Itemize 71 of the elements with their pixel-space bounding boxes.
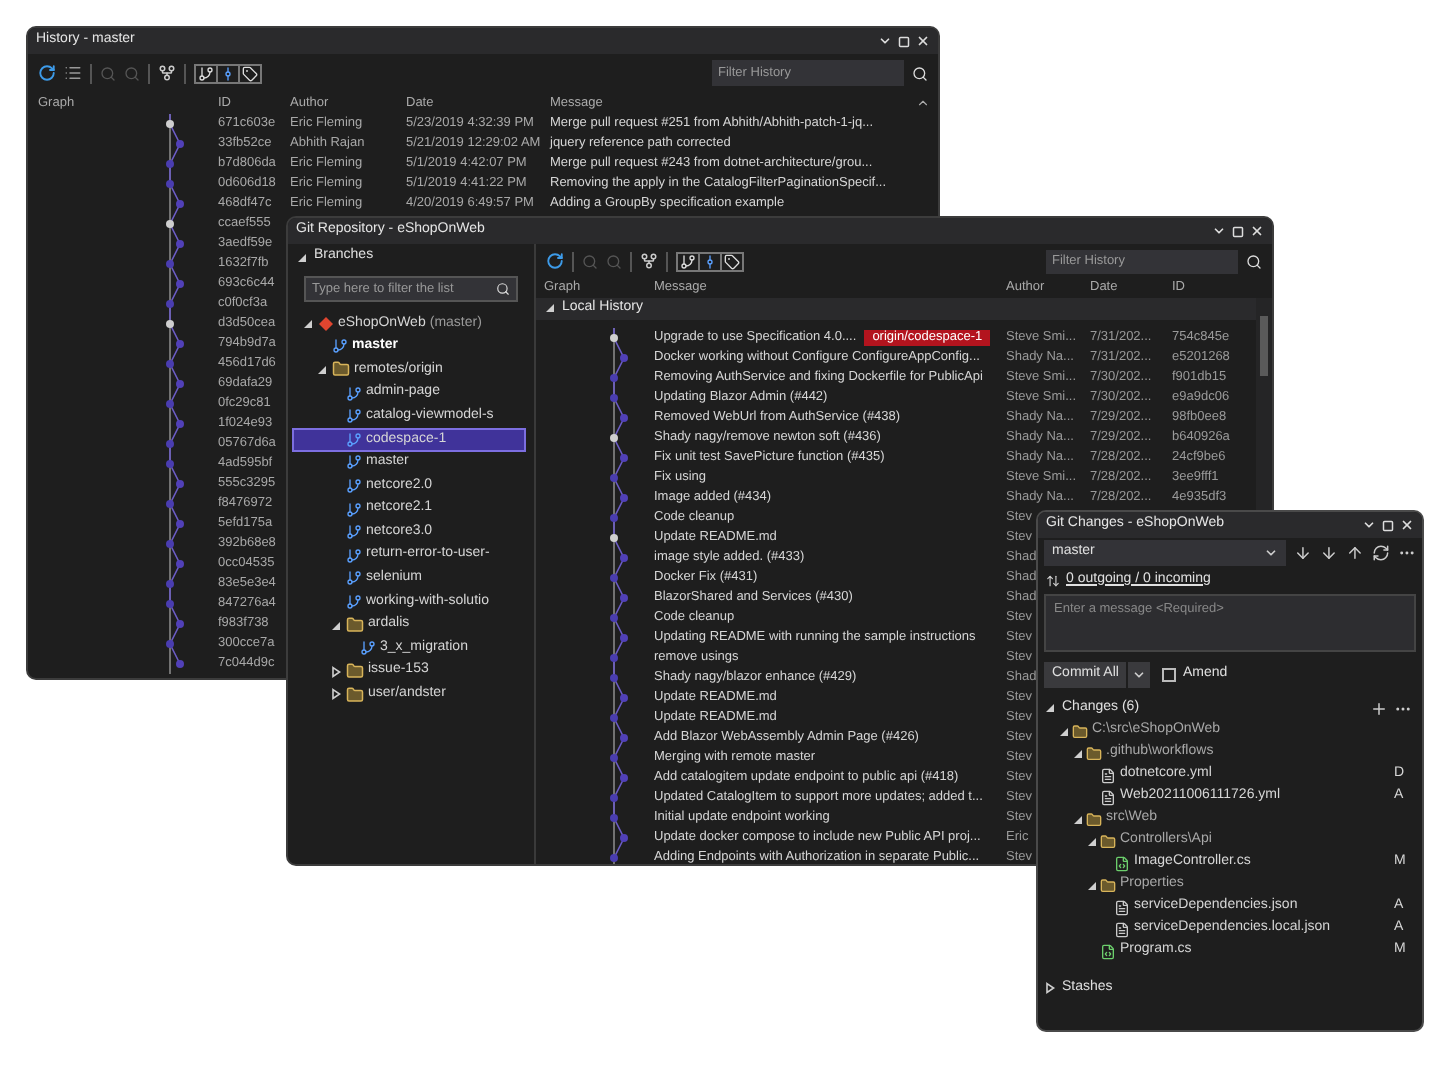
folder-icon — [346, 616, 364, 635]
folder-icon — [1100, 877, 1116, 893]
expander-icon[interactable] — [1086, 835, 1098, 847]
dropdown-icon[interactable] — [878, 34, 892, 48]
folder-icon — [332, 360, 350, 379]
branch-icon — [360, 640, 376, 657]
expander-icon[interactable] — [1044, 702, 1056, 714]
branch-icon — [346, 454, 362, 471]
expander-icon[interactable] — [1086, 879, 1098, 891]
refresh-icon[interactable] — [38, 64, 56, 82]
amend-checkbox[interactable] — [1162, 668, 1177, 682]
close-icon[interactable] — [1250, 224, 1264, 238]
code-file-icon — [1114, 855, 1130, 871]
branch-icon — [346, 547, 362, 564]
expander-icon[interactable] — [1044, 982, 1056, 994]
branch-icon — [332, 338, 348, 355]
tag-toggle[interactable] — [240, 65, 260, 81]
expander-icon[interactable] — [1072, 813, 1084, 825]
sync-arrows-icon — [1046, 573, 1060, 587]
folder-icon — [346, 662, 364, 681]
branch-icon — [346, 385, 362, 402]
branch-icon[interactable] — [640, 252, 658, 270]
expander-icon[interactable] — [330, 688, 342, 701]
sync-icon[interactable] — [1372, 544, 1391, 562]
branch-icon — [346, 477, 362, 494]
stage-all-icon[interactable] — [1370, 699, 1388, 717]
branch-icon — [346, 524, 362, 541]
branch-icon — [346, 570, 362, 587]
file-icon — [1114, 899, 1130, 915]
caret-button[interactable] — [1126, 662, 1151, 688]
maximize-icon[interactable] — [898, 35, 910, 47]
expander-icon[interactable] — [296, 251, 308, 263]
push-icon[interactable] — [1346, 544, 1365, 562]
repository-icon — [318, 315, 334, 332]
dropdown-icon[interactable] — [1362, 518, 1376, 532]
maximize-icon[interactable] — [1232, 225, 1244, 237]
folder-icon — [346, 685, 364, 704]
close-icon[interactable] — [1400, 518, 1414, 532]
folder-icon — [1086, 811, 1102, 827]
expander-icon[interactable] — [302, 317, 314, 330]
folder-icon — [1072, 723, 1088, 739]
caret-icon — [1132, 668, 1147, 682]
branch-icon — [346, 431, 362, 448]
maximize-icon[interactable] — [1382, 519, 1394, 531]
graph-toggle[interactable] — [678, 253, 700, 269]
tag-toggle[interactable] — [722, 253, 742, 269]
expander-icon[interactable] — [330, 665, 342, 678]
branch-icon — [346, 593, 362, 610]
code-file-icon — [1100, 943, 1116, 959]
folder-icon — [1086, 745, 1102, 761]
branch-icon[interactable] — [158, 64, 176, 82]
branch-icon — [346, 408, 362, 425]
expander-icon[interactable] — [544, 302, 556, 315]
expander-icon[interactable] — [1058, 725, 1070, 737]
refresh-icon[interactable] — [546, 252, 564, 270]
folder-icon — [1100, 833, 1116, 849]
caret-icon — [1264, 546, 1279, 560]
list-icon[interactable] — [64, 64, 82, 82]
fetch-icon[interactable] — [1294, 544, 1313, 562]
expander-icon[interactable] — [330, 619, 342, 632]
pull-icon[interactable] — [1320, 544, 1339, 562]
graph-toggle[interactable] — [196, 65, 218, 81]
branch-icon — [346, 501, 362, 518]
expander-icon[interactable] — [316, 363, 328, 376]
file-icon — [1100, 789, 1116, 805]
scroll-up-icon[interactable] — [916, 96, 930, 110]
file-icon — [1114, 921, 1130, 937]
dropdown-icon[interactable] — [1212, 224, 1226, 238]
expander-icon[interactable] — [1072, 747, 1084, 759]
file-icon — [1100, 767, 1116, 783]
close-icon[interactable] — [916, 34, 930, 48]
